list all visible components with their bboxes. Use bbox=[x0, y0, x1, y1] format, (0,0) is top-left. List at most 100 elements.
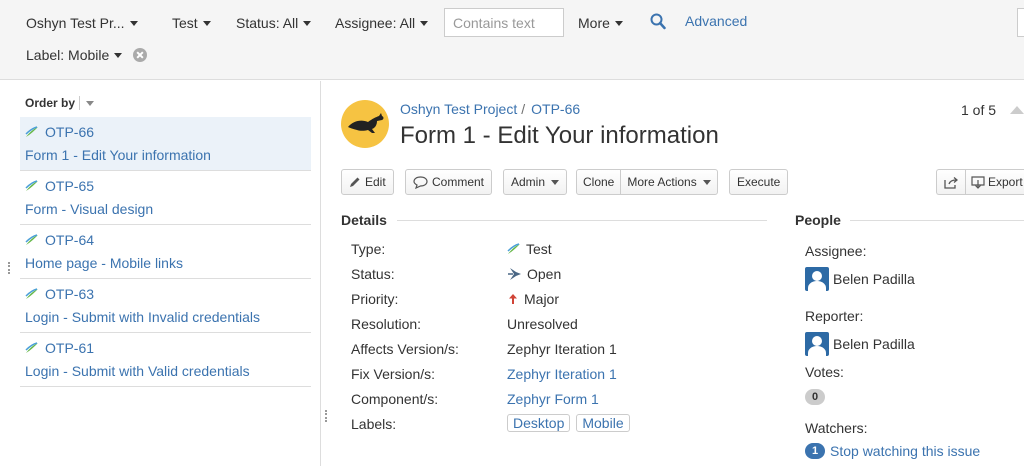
project-filter[interactable]: Oshyn Test Pr... bbox=[26, 13, 138, 33]
status-filter[interactable]: Status: All bbox=[236, 13, 312, 33]
project-filter-label: Oshyn Test Pr... bbox=[26, 15, 125, 31]
open-status-icon bbox=[508, 268, 521, 280]
breadcrumb-project-link[interactable]: Oshyn Test Project bbox=[400, 101, 517, 117]
order-by-button[interactable]: Order by bbox=[25, 96, 75, 110]
comment-button-label: Comment bbox=[432, 175, 485, 189]
kangaroo-icon bbox=[348, 113, 384, 133]
chevron-down-icon[interactable] bbox=[86, 101, 94, 106]
chevron-down-icon bbox=[129, 21, 138, 26]
pencil-icon bbox=[350, 177, 360, 187]
issue-summary: Home page - Mobile links bbox=[25, 255, 183, 271]
panel-resize-handle[interactable] bbox=[8, 262, 10, 274]
breadcrumb: Oshyn Test Project / OTP-66 bbox=[400, 101, 580, 117]
type-value: Test bbox=[507, 241, 552, 257]
reporter-name: Belen Padilla bbox=[833, 336, 915, 352]
list-item[interactable]: OTP-65 Form - Visual design bbox=[20, 171, 311, 225]
share-icon bbox=[944, 176, 958, 189]
reporter-user[interactable]: Belen Padilla bbox=[805, 332, 915, 356]
more-filters-label: More bbox=[578, 15, 610, 31]
clone-button[interactable]: Clone bbox=[577, 170, 620, 194]
people-divider bbox=[850, 220, 1024, 221]
share-export-group: Export bbox=[936, 169, 1024, 195]
chevron-down-icon bbox=[614, 21, 623, 26]
chevron-down-icon bbox=[303, 21, 312, 26]
execute-button[interactable]: Execute bbox=[729, 169, 789, 195]
issue-summary: Form 1 - Edit Your information bbox=[25, 147, 211, 163]
breadcrumb-issue-link[interactable]: OTP-66 bbox=[531, 101, 580, 117]
issue-summary: Login - Submit with Invalid credentials bbox=[25, 309, 261, 325]
test-type-icon bbox=[25, 288, 38, 299]
clone-more-group: Clone More Actions bbox=[576, 169, 718, 195]
priority-value-text: Major bbox=[524, 291, 560, 307]
votes-label: Votes: bbox=[805, 364, 844, 380]
more-actions-button[interactable]: More Actions bbox=[620, 170, 716, 194]
stop-watching-label: Stop watching this issue bbox=[830, 443, 981, 459]
search-input[interactable] bbox=[444, 8, 564, 37]
label-filter[interactable]: Label: Mobile bbox=[26, 45, 123, 65]
assignee-label: Assignee: bbox=[805, 243, 867, 259]
resolution-value: Unresolved bbox=[507, 316, 578, 332]
component-link[interactable]: Zephyr Form 1 bbox=[507, 391, 599, 407]
test-type-icon bbox=[25, 180, 38, 191]
admin-button-label: Admin bbox=[511, 175, 546, 189]
test-type-icon bbox=[25, 234, 38, 245]
details-heading: Details bbox=[341, 212, 387, 228]
status-label: Status: bbox=[351, 266, 395, 282]
label-desktop[interactable]: Desktop bbox=[507, 414, 571, 432]
labels-value: Desktop Mobile bbox=[507, 414, 636, 432]
assignee-filter[interactable]: Assignee: All bbox=[335, 13, 429, 33]
avatar bbox=[805, 267, 829, 291]
list-item[interactable]: OTP-63 Login - Submit with Invalid crede… bbox=[20, 279, 311, 333]
assignee-user[interactable]: Belen Padilla bbox=[805, 267, 915, 291]
chevron-down-icon bbox=[202, 21, 211, 26]
people-heading: People bbox=[795, 212, 841, 228]
admin-dropdown-button[interactable]: Admin bbox=[503, 169, 568, 195]
list-item[interactable]: OTP-66 Form 1 - Edit Your information bbox=[20, 117, 311, 171]
pager-text: 1 of 5 bbox=[961, 102, 997, 118]
edit-button-label: Edit bbox=[365, 175, 386, 189]
edit-button[interactable]: Edit bbox=[341, 169, 394, 195]
clear-label-filter-icon[interactable] bbox=[133, 48, 147, 62]
share-button[interactable] bbox=[937, 170, 965, 194]
more-actions-label: More Actions bbox=[627, 175, 697, 189]
comment-button[interactable]: Comment bbox=[405, 169, 493, 195]
list-item[interactable]: OTP-64 Home page - Mobile links bbox=[20, 225, 311, 279]
order-by-divider bbox=[79, 96, 80, 110]
issue-key: OTP-66 bbox=[25, 124, 94, 140]
project-avatar[interactable] bbox=[341, 100, 389, 148]
search-icon[interactable] bbox=[650, 13, 666, 31]
arrow-up-icon bbox=[509, 294, 517, 304]
toolbar-edge-button[interactable] bbox=[1017, 8, 1024, 37]
test-type-icon bbox=[25, 342, 38, 353]
execute-button-label: Execute bbox=[737, 175, 781, 189]
filter-bar: Oshyn Test Pr... Test Status: All Assign… bbox=[0, 0, 1024, 80]
issue-key: OTP-64 bbox=[25, 232, 94, 248]
previous-issue-icon[interactable] bbox=[1010, 106, 1024, 114]
votes-badge[interactable]: 0 bbox=[805, 389, 825, 405]
export-button[interactable]: Export bbox=[965, 170, 1024, 194]
issue-key-text: OTP-64 bbox=[45, 232, 95, 248]
test-type-icon bbox=[25, 126, 38, 137]
assignee-name: Belen Padilla bbox=[833, 271, 915, 287]
label-mobile[interactable]: Mobile bbox=[576, 414, 630, 432]
type-value-text: Test bbox=[526, 241, 552, 257]
stop-watching-link[interactable]: 1 Stop watching this issue bbox=[805, 443, 980, 459]
breadcrumb-separator: / bbox=[521, 101, 526, 117]
export-icon bbox=[971, 175, 985, 189]
reporter-label: Reporter: bbox=[805, 308, 864, 324]
status-filter-label: Status: All bbox=[236, 15, 299, 31]
affects-version-label: Affects Version/s: bbox=[351, 341, 459, 357]
list-item[interactable]: OTP-61 Login - Submit with Valid credent… bbox=[20, 333, 311, 387]
watchers-badge: 1 bbox=[805, 443, 825, 459]
status-value: Open bbox=[507, 266, 561, 282]
panel-resize-handle[interactable] bbox=[325, 410, 327, 422]
issue-key-text: OTP-63 bbox=[45, 286, 95, 302]
more-filters-button[interactable]: More bbox=[578, 13, 623, 33]
resolution-label: Resolution: bbox=[351, 316, 422, 332]
issue-summary: Form - Visual design bbox=[25, 201, 154, 217]
label-filter-label: Label: Mobile bbox=[26, 47, 110, 63]
advanced-search-link[interactable]: Advanced bbox=[685, 11, 747, 31]
issue-key: OTP-63 bbox=[25, 286, 94, 302]
type-filter[interactable]: Test bbox=[172, 13, 211, 33]
fix-version-link[interactable]: Zephyr Iteration 1 bbox=[507, 366, 617, 382]
